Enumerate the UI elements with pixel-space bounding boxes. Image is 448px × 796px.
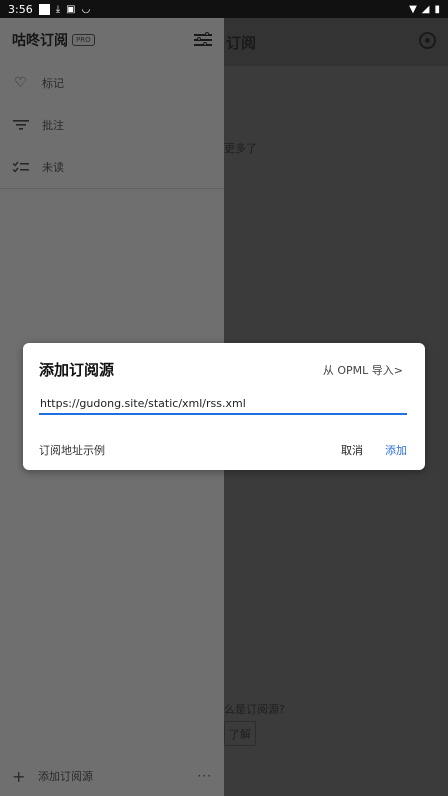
cancel-button[interactable]: 取消 bbox=[341, 442, 363, 458]
drawer-divider bbox=[0, 188, 224, 189]
menu-label: 批注 bbox=[42, 119, 64, 132]
status-bar: 3:56 ⤓ ▣ ◡ ▼ ◢ ▮ bbox=[0, 0, 448, 18]
square-icon bbox=[38, 3, 50, 15]
filter-settings-icon[interactable] bbox=[194, 32, 212, 48]
signal-icon: ◡ bbox=[81, 3, 91, 15]
add-circle-icon[interactable] bbox=[419, 32, 436, 49]
main-question-text: 么是订阅源? bbox=[224, 703, 285, 716]
wifi-icon: ▼ bbox=[409, 3, 417, 15]
heart-icon: ♡ bbox=[14, 75, 27, 91]
more-icon[interactable]: ··· bbox=[198, 769, 212, 783]
checklist-icon bbox=[12, 159, 29, 176]
add-subscription-link[interactable]: 添加订阅源 bbox=[38, 768, 93, 784]
feed-example-link[interactable]: 订阅地址示例 bbox=[39, 442, 105, 458]
dialog-title: 添加订阅源 bbox=[39, 361, 115, 379]
battery-icon: ▮ bbox=[434, 3, 440, 15]
plus-icon[interactable]: + bbox=[12, 767, 28, 786]
menu-label: 未读 bbox=[42, 161, 64, 174]
feed-url-input[interactable] bbox=[39, 393, 407, 415]
image-icon: ▣ bbox=[66, 3, 76, 15]
menu-item-unread[interactable]: 未读 bbox=[0, 146, 224, 188]
main-toolbar: 订阅 bbox=[224, 18, 448, 66]
add-feed-dialog: 添加订阅源 从 OPML 导入> 订阅地址示例 取消 添加 bbox=[23, 343, 425, 470]
filter-lines-icon bbox=[12, 117, 29, 134]
menu-item-annotations[interactable]: 批注 bbox=[0, 104, 224, 146]
pro-badge: PRO bbox=[72, 34, 95, 46]
cell-icon: ◢ bbox=[421, 3, 430, 15]
main-title: 订阅 bbox=[226, 34, 257, 52]
main-hint-text: 更多了 bbox=[224, 142, 257, 155]
import-opml-link[interactable]: 从 OPML 导入> bbox=[323, 362, 403, 378]
app-title: 咕咚订阅 bbox=[12, 33, 68, 49]
drawer-menu: ♡ 标记 批注 未读 bbox=[0, 62, 224, 188]
add-button[interactable]: 添加 bbox=[385, 442, 407, 458]
download-icon: ⤓ bbox=[55, 3, 61, 15]
status-time: 3:56 bbox=[8, 2, 33, 16]
menu-label: 标记 bbox=[42, 77, 64, 90]
learn-button[interactable]: 了解 bbox=[224, 721, 256, 746]
drawer-footer: + 添加订阅源 ··· bbox=[0, 756, 224, 796]
drawer-header: 咕咚订阅 PRO bbox=[0, 18, 224, 62]
menu-item-starred[interactable]: ♡ 标记 bbox=[0, 62, 224, 104]
